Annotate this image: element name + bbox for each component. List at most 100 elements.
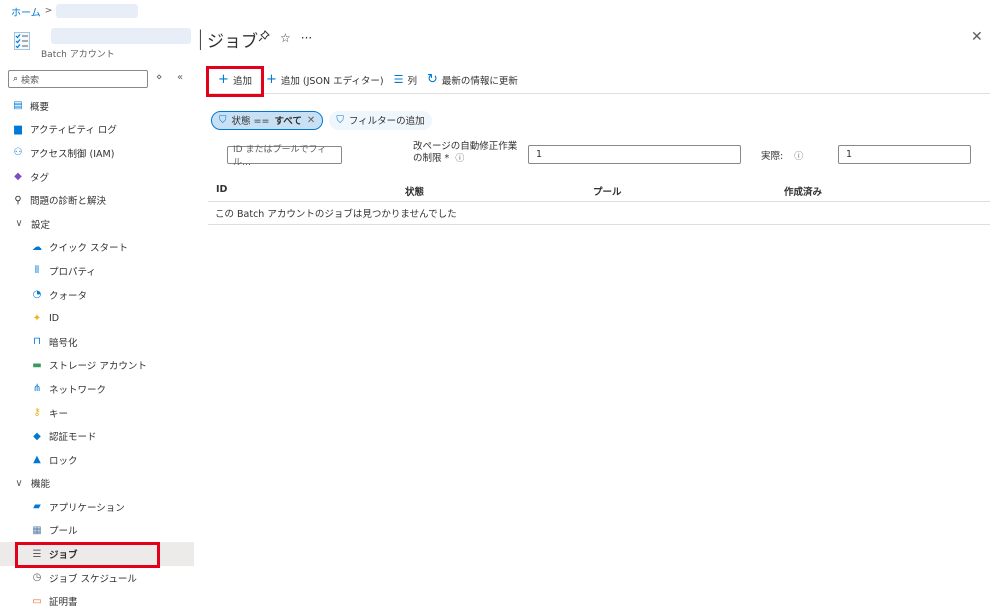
add-filter-icon: ⛉ [336, 114, 344, 126]
grid-empty-message: この Batch アカウントのジョブは見つかりませんでした [208, 202, 990, 225]
breadcrumb-resource-redacted[interactable] [56, 4, 139, 18]
sidebar-item-label: 証明書 [49, 597, 78, 609]
remove-filter-icon[interactable]: ✕ [307, 115, 315, 126]
sidebar-item-label: プロパティ [49, 266, 96, 278]
sidebar-item[interactable]: ▭ 証明書 [0, 589, 194, 613]
sidebar-item[interactable]: ▆ アクティビティ ログ [0, 118, 194, 142]
sidebar: ⌕ 検索 ⋄ « ▤ 概要 ▆ アクティビティ ログ ⚇ アクセス制御 (IAM) ◆ タグ ⚲… [0, 68, 194, 613]
close-icon[interactable]: ✕ [971, 29, 983, 45]
sidebar-search-input[interactable]: ⌕ 検索 [8, 70, 148, 88]
resource-type: Batch アカウント [41, 50, 115, 60]
sidebar-item[interactable]: ⚷ キー [0, 401, 194, 425]
info-icon[interactable]: ⓘ [455, 154, 464, 164]
chevron-down-icon: ∨ [15, 477, 23, 489]
sidebar-item-label: クイック スタート [49, 243, 129, 255]
sidebar-item[interactable]: ✦ ID [0, 306, 194, 330]
sidebar-item-label: ロック [49, 455, 78, 467]
sidebar-item-label: 概要 [30, 101, 50, 113]
sidebar-item-label: アクティビティ ログ [30, 125, 117, 137]
search-icon: ⌕ [13, 74, 19, 84]
sidebar-item[interactable]: ⚲ 問題の診断と解決 [0, 188, 194, 212]
info-icon[interactable]: ⓘ [794, 152, 803, 162]
column-header-id[interactable]: ID [216, 184, 227, 195]
limit-label-line1: 改ページの自動修正作業 [413, 141, 518, 152]
sidebar-item[interactable]: ◷ ジョブ スケジュール [0, 566, 194, 590]
filter-icon: ⛉ [219, 114, 227, 126]
sidebar-item-label: ジョブ スケジュール [49, 573, 137, 585]
sidebar-item[interactable]: ▤ 概要 [0, 94, 194, 118]
refresh-icon: ↻ [427, 72, 438, 87]
filter-fields: ID またはプールでフィル… 改ページの自動修正作業 の制限 * ⓘ 1 実際:… [206, 141, 990, 171]
search-placeholder: 検索 [21, 75, 40, 86]
jobs-grid: ID 状態 プール 作成済み この Batch アカウントのジョブは見つかりませ… [208, 178, 990, 225]
storage-icon: ▬ [32, 359, 42, 371]
toolbar: + 追加 + 追加 (JSON エディター) ☰ 列 ↻ 最新の情報に更新 [206, 66, 990, 94]
add-json-button-label: 追加 (JSON エディター) [280, 75, 384, 87]
columns-icon: ☰ [393, 73, 404, 86]
collapse-sidebar-icon[interactable]: « [177, 72, 183, 83]
breadcrumb: ホーム > [11, 4, 139, 19]
column-header-pool[interactable]: プール [593, 184, 622, 198]
grid-header: ID 状態 プール 作成済み [208, 178, 990, 202]
title-separator: | [197, 26, 204, 50]
sidebar-item-label: 問題の診断と解決 [30, 196, 107, 208]
limit-label-line2: の制限 * [413, 153, 450, 164]
wrench-icon: ⚲ [14, 194, 22, 206]
certificate-icon: ▭ [32, 595, 42, 607]
lock-outline-icon: ⊓ [33, 336, 41, 348]
add-filter-button[interactable]: ⛉ フィルターの追加 [329, 110, 432, 130]
sidebar-item[interactable]: ◆ タグ [0, 165, 194, 189]
star-icon[interactable]: ☆ [280, 31, 291, 45]
state-filter-value: すべて [274, 116, 302, 127]
sidebar-item-label: タグ [30, 172, 50, 184]
sidebar-item-label: アプリケーション [49, 502, 125, 514]
sidebar-item[interactable]: ◆ 認証モード [0, 424, 194, 448]
sidebar-item-label: ストレージ アカウント [49, 361, 147, 373]
sidebar-item-label: 暗号化 [49, 337, 78, 349]
limit-input[interactable]: 1 [528, 145, 741, 164]
sidebar-nav: ▤ 概要 ▆ アクティビティ ログ ⚇ アクセス制御 (IAM) ◆ タグ ⚲ 問題の診断と解決 ∨… [0, 94, 194, 613]
sidebar-expand-icon[interactable]: ⋄ [156, 72, 162, 83]
plus-icon: + [266, 72, 277, 87]
sidebar-item[interactable]: ⚇ アクセス制御 (IAM) [0, 141, 194, 165]
pin-icon[interactable] [258, 30, 270, 45]
id-filter-input[interactable]: ID またはプールでフィル… [227, 145, 342, 168]
sidebar-item[interactable]: ▦ プール [0, 519, 194, 543]
column-header-created[interactable]: 作成済み [784, 184, 822, 198]
more-options-icon[interactable]: ··· [301, 31, 312, 45]
columns-button-label: 列 [407, 75, 418, 87]
sidebar-item-label: 機能 [31, 479, 51, 491]
sidebar-item[interactable]: ⊓ 暗号化 [0, 330, 194, 354]
add-json-button[interactable]: + 追加 (JSON エディター) [262, 68, 388, 92]
sidebar-item[interactable]: ☁ クイック スタート [0, 236, 194, 260]
sidebar-item[interactable]: ▬ ストレージ アカウント [0, 354, 194, 378]
breadcrumb-separator: > [44, 6, 53, 16]
filter-row: ⛉ 状態 == すべて ✕ ⛉ フィルターの追加 [211, 110, 432, 130]
refresh-button-label: 最新の情報に更新 [441, 75, 518, 87]
state-filter-key: 状態 == [231, 116, 270, 127]
sidebar-item-label: ネットワーク [49, 384, 107, 396]
sidebar-item[interactable]: ▲ ロック [0, 448, 194, 472]
limit-label: 改ページの自動修正作業 の制限 * ⓘ [413, 141, 517, 165]
actual-input[interactable]: 1 [838, 145, 971, 164]
sidebar-item-label: アクセス制御 (IAM) [30, 148, 115, 160]
activity-log-icon: ▆ [14, 123, 22, 135]
sidebar-item[interactable]: ▰ アプリケーション [0, 495, 194, 519]
quota-icon: ◔ [32, 289, 42, 301]
sidebar-item[interactable]: ∨ 機能 [0, 472, 194, 496]
resource-name-redacted [51, 28, 191, 44]
sidebar-item[interactable]: ∨ 設定 [0, 212, 194, 236]
sidebar-item-label: プール [49, 526, 78, 538]
sidebar-item[interactable]: ⋔ ネットワーク [0, 377, 194, 401]
sidebar-item[interactable]: ⦀ プロパティ [0, 259, 194, 283]
refresh-button[interactable]: ↻ 最新の情報に更新 [423, 68, 522, 92]
column-header-state[interactable]: 状態 [405, 184, 424, 198]
sidebar-item-label: 認証モード [49, 432, 97, 444]
sidebar-item[interactable]: ◔ クォータ [0, 283, 194, 307]
pool-icon: ▦ [32, 524, 42, 536]
columns-button[interactable]: ☰ 列 [390, 68, 421, 92]
state-filter-pill[interactable]: ⛉ 状態 == すべて ✕ [211, 110, 324, 130]
breadcrumb-home[interactable]: ホーム [11, 4, 41, 19]
jobs-highlight-box [15, 542, 160, 568]
sidebar-item-label: キー [49, 408, 69, 420]
